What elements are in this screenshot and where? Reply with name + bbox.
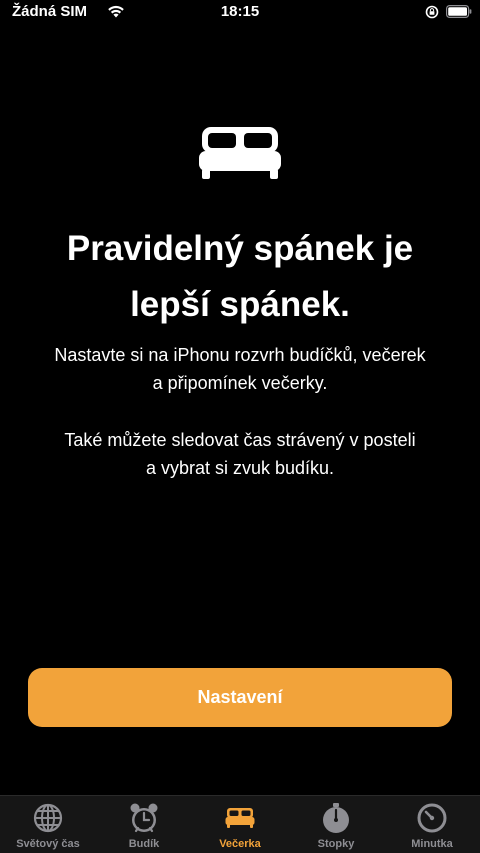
headline-line: lepší spánek. — [130, 285, 350, 324]
bed-icon — [199, 127, 281, 179]
description-line: Nastavte si na iPhonu rozvrh budíčků, ve… — [54, 345, 426, 365]
tab-timer[interactable]: Minutka — [384, 796, 480, 853]
tab-bedtime[interactable]: Večerka — [192, 796, 288, 853]
tab-label: Minutka — [411, 838, 453, 850]
headline: Pravidelný spánek je lepší spánek. — [20, 221, 460, 333]
description-paragraph: Také můžete sledovat čas strávený v post… — [20, 426, 460, 482]
tab-world-clock[interactable]: Světový čas — [0, 796, 96, 853]
tab-label: Budík — [128, 838, 160, 850]
description-line: a připomínek večerky. — [152, 373, 328, 393]
tab-label: Světový čas — [16, 838, 80, 850]
description-line: a vybrat si zvuk budíku. — [145, 458, 335, 478]
battery-icon — [446, 5, 472, 18]
description-line: Také můžete sledovat čas strávený v post… — [64, 430, 416, 450]
globe-icon — [33, 803, 63, 833]
tab-label: Stopky — [317, 838, 355, 850]
timer-icon — [417, 803, 447, 833]
tab-label: Večerka — [219, 838, 261, 850]
tab-bar: Světový čas Budík Večerka Stopky Minutka — [0, 795, 480, 853]
rotation-lock-icon — [425, 5, 439, 19]
sleep-schedule-screen: Žádná SIM 18:15 Pravidelný spánek je lep… — [0, 0, 480, 853]
description-paragraph: Nastavte si na iPhonu rozvrh budíčků, ve… — [20, 341, 460, 397]
status-bar: Žádná SIM 18:15 — [0, 0, 480, 26]
tab-alarm[interactable]: Budík — [96, 796, 192, 853]
bed-icon — [225, 808, 255, 828]
status-time: 18:15 — [220, 3, 260, 20]
setup-button[interactable]: Nastavení — [28, 668, 452, 727]
stopwatch-icon — [323, 803, 349, 833]
headline-line: Pravidelný spánek je — [66, 229, 414, 268]
alarm-clock-icon — [130, 803, 158, 833]
tab-stopwatch[interactable]: Stopky — [288, 796, 384, 853]
